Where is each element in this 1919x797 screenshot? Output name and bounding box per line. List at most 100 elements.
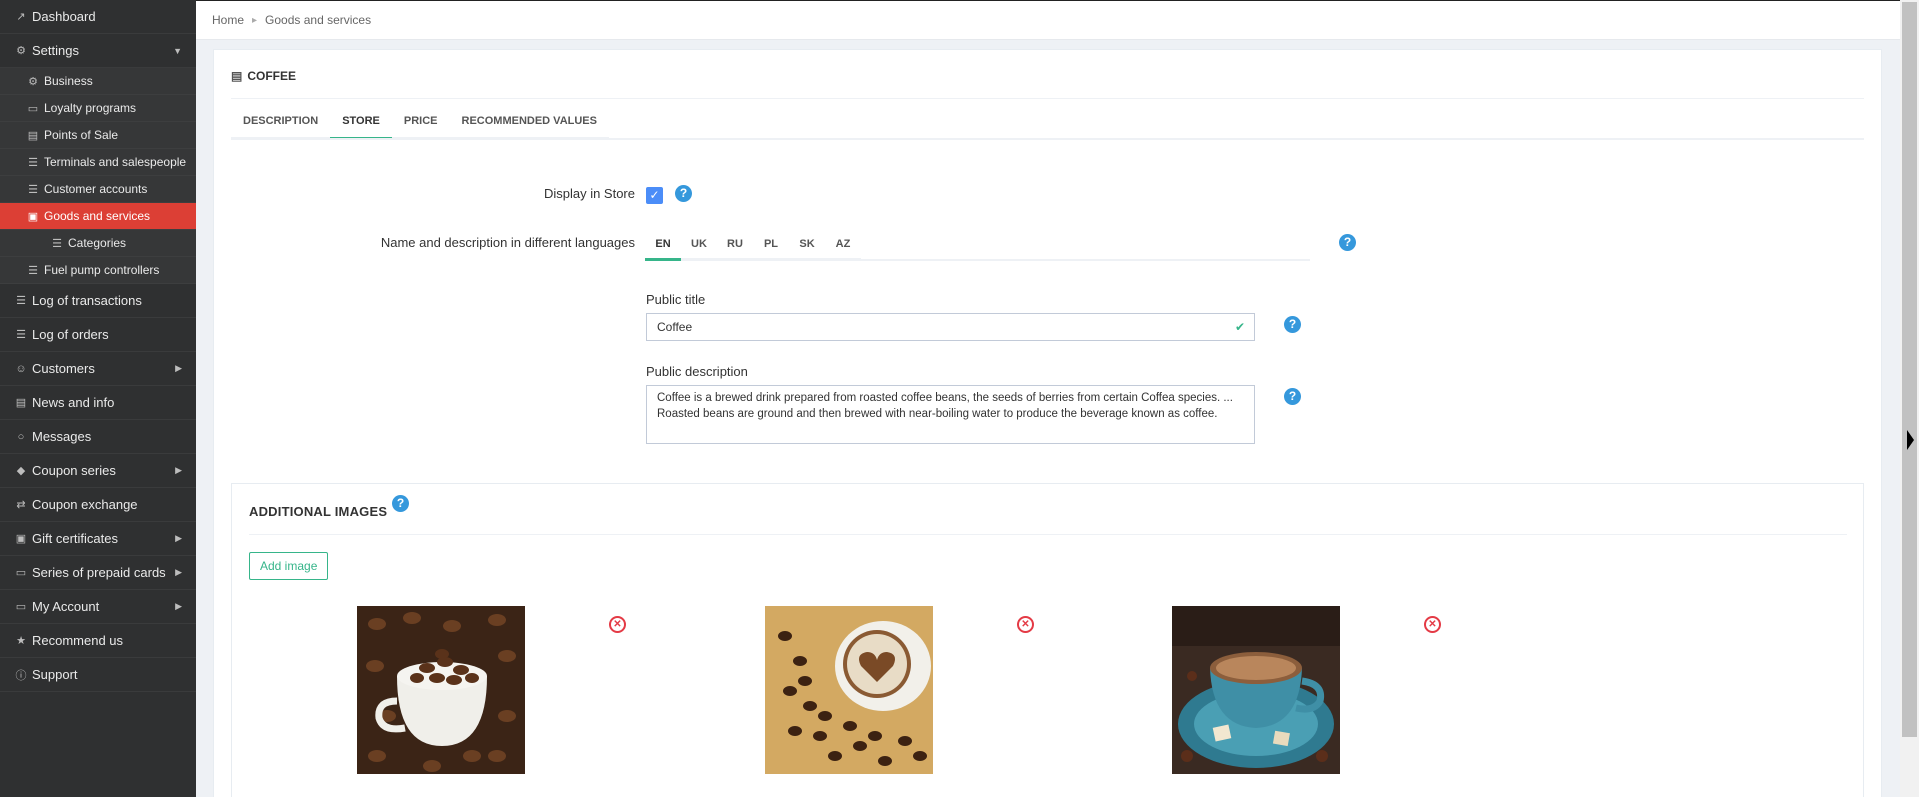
sidebar-item-label: Series of prepaid cards (32, 565, 166, 580)
breadcrumb: Home ▸ Goods and services (196, 0, 1900, 40)
product-image (765, 606, 933, 774)
chart-icon: ↗ (16, 11, 26, 23)
sidebar-item-my-account[interactable]: ▭ My Account ▶ (0, 590, 196, 624)
lang-tab-ru[interactable]: RU (717, 231, 753, 261)
gift-icon: ▣ (15, 533, 27, 545)
help-icon[interactable]: ? (1284, 388, 1301, 405)
tab-bar: DESCRIPTION STORE PRICE RECOMMENDED VALU… (231, 114, 609, 140)
sidebar-item-goods-and-services[interactable]: ▣ Goods and services (0, 203, 196, 230)
page-title-text: COFFEE (247, 69, 297, 83)
sidebar-item-dashboard[interactable]: ↗ Dashboard (0, 0, 196, 34)
breadcrumb-home-link[interactable]: Home (212, 13, 244, 27)
sidebar-item-log-of-transactions[interactable]: ☰ Log of transactions (0, 284, 196, 318)
sidebar: ↗ Dashboard ⚙ Settings ▼ ⚙ Business ▭ Loyalty… (0, 0, 196, 797)
public-description-textarea[interactable]: Coffee is a brewed drink prepared from r… (646, 385, 1255, 444)
building-icon: ▤ (27, 129, 39, 142)
sidebar-item-customers[interactable]: ☺ Customers ▶ (0, 352, 196, 386)
sidebar-item-label: Customers (32, 361, 95, 376)
remove-image-icon[interactable]: ✕ (1424, 616, 1441, 633)
help-icon[interactable]: ? (675, 185, 692, 202)
question-icon: ⓘ (15, 669, 27, 682)
sidebar-item-label: Goods and services (44, 209, 151, 223)
product-panel: ▤ COFFEE DESCRIPTION STORE PRICE RECOMME… (213, 49, 1882, 797)
sidebar-item-coupon-exchange[interactable]: ⇄ Coupon exchange (0, 488, 196, 522)
scrollbar[interactable] (1900, 0, 1919, 797)
sidebar-item-label: Recommend us (32, 633, 124, 648)
display-in-store-checkbox[interactable]: ✓ (646, 187, 663, 204)
sidebar-item-messages[interactable]: ○ Messages (0, 420, 196, 454)
sidebar-item-label: Coupon exchange (32, 497, 138, 512)
add-image-button[interactable]: Add image (249, 552, 329, 580)
chevron-right-icon: ▶ (175, 601, 182, 611)
sidebar-item-fuel-pump-controllers[interactable]: ☰ Fuel pump controllers (0, 257, 196, 284)
divider (231, 98, 1864, 99)
sidebar-item-label: Dashboard (32, 9, 96, 24)
lang-tab-az[interactable]: AZ (825, 231, 861, 261)
exchange-icon: ⇄ (16, 499, 26, 511)
chevron-right-icon: ▶ (175, 533, 182, 543)
remove-image-icon[interactable]: ✕ (1017, 616, 1034, 633)
sidebar-item-label: Log of transactions (32, 293, 142, 308)
sidebar-item-gift-certificates[interactable]: ▣ Gift certificates ▶ (0, 522, 196, 556)
sidebar-item-log-of-orders[interactable]: ☰ Log of orders (0, 318, 196, 352)
lang-tab-pl[interactable]: PL (753, 231, 789, 261)
chevron-down-icon: ▼ (173, 45, 182, 56)
sidebar-item-label: Loyalty programs (44, 101, 137, 115)
display-in-store-label: Display in Store (543, 186, 635, 201)
sidebar-item-label: Settings (32, 43, 79, 58)
remove-image-icon[interactable]: ✕ (609, 616, 626, 633)
sidebar-item-categories[interactable]: ☰ Categories (0, 230, 196, 257)
tab-divider (231, 138, 1864, 140)
sidebar-item-label: Log of orders (32, 327, 109, 342)
public-description-label: Public description (646, 364, 748, 379)
lang-tab-sk[interactable]: SK (789, 231, 825, 261)
divider (249, 534, 1847, 535)
sidebar-item-business[interactable]: ⚙ Business (0, 68, 196, 95)
money-icon: ▭ (15, 567, 27, 579)
sidebar-item-loyalty-programs[interactable]: ▭ Loyalty programs (0, 95, 196, 122)
sidebar-item-coupon-series[interactable]: ◆ Coupon series ▶ (0, 454, 196, 488)
tab-description[interactable]: DESCRIPTION (231, 114, 331, 140)
sidebar-item-label: Messages (32, 429, 92, 444)
mouse-cursor-icon (1907, 430, 1914, 450)
help-icon[interactable]: ? (1284, 316, 1301, 333)
chevron-right-icon: ▶ (175, 465, 182, 475)
tab-recommended-values[interactable]: RECOMMENDED VALUES (449, 114, 609, 140)
sidebar-item-label: News and info (32, 395, 115, 410)
sidebar-item-label: Points of Sale (44, 128, 119, 142)
product-image (1172, 606, 1340, 774)
users-icon: ☺ (15, 362, 27, 375)
valid-check-icon: ✔ (1235, 320, 1246, 334)
languages-label: Name and description in different langua… (380, 235, 635, 250)
sidebar-item-support[interactable]: ⓘ Support (0, 658, 196, 692)
breadcrumb-current: Goods and services (265, 13, 372, 27)
sidebar-item-label: Business (44, 74, 93, 88)
help-icon[interactable]: ? (392, 495, 409, 512)
sidebar-item-news-and-info[interactable]: ▤ News and info (0, 386, 196, 420)
sidebar-item-terminals[interactable]: ☰ Terminals and salespeople (0, 149, 196, 176)
list-icon: ☰ (16, 329, 26, 341)
public-title-input[interactable] (646, 313, 1255, 341)
sidebar-item-label: Coupon series (32, 463, 116, 478)
lang-tab-en[interactable]: EN (645, 231, 681, 261)
sidebar-item-prepaid-cards[interactable]: ▭ Series of prepaid cards ▶ (0, 556, 196, 590)
sidebar-item-settings[interactable]: ⚙ Settings ▼ (0, 34, 196, 68)
sidebar-item-label: Support (32, 667, 78, 682)
tab-store[interactable]: STORE (330, 114, 392, 140)
additional-images-title: ADDITIONAL IMAGES (249, 504, 387, 519)
gear-icon: ⚙ (16, 45, 26, 57)
scrollbar-thumb[interactable] (1902, 2, 1917, 737)
sidebar-item-recommend-us[interactable]: ★ Recommend us (0, 624, 196, 658)
product-image (357, 606, 525, 774)
sidebar-item-points-of-sale[interactable]: ▤ Points of Sale (0, 122, 196, 149)
tab-price[interactable]: PRICE (391, 114, 450, 140)
sidebar-item-customer-accounts[interactable]: ☰ Customer accounts (0, 176, 196, 203)
sidebar-item-label: Categories (68, 236, 127, 250)
sidebar-item-label: Customer accounts (44, 182, 148, 196)
star-icon: ★ (16, 635, 26, 647)
comment-icon: ○ (17, 430, 25, 443)
list-icon: ☰ (28, 264, 38, 277)
sidebar-item-label: My Account (32, 599, 100, 614)
help-icon[interactable]: ? (1339, 234, 1356, 251)
lang-tab-uk[interactable]: UK (681, 231, 717, 261)
